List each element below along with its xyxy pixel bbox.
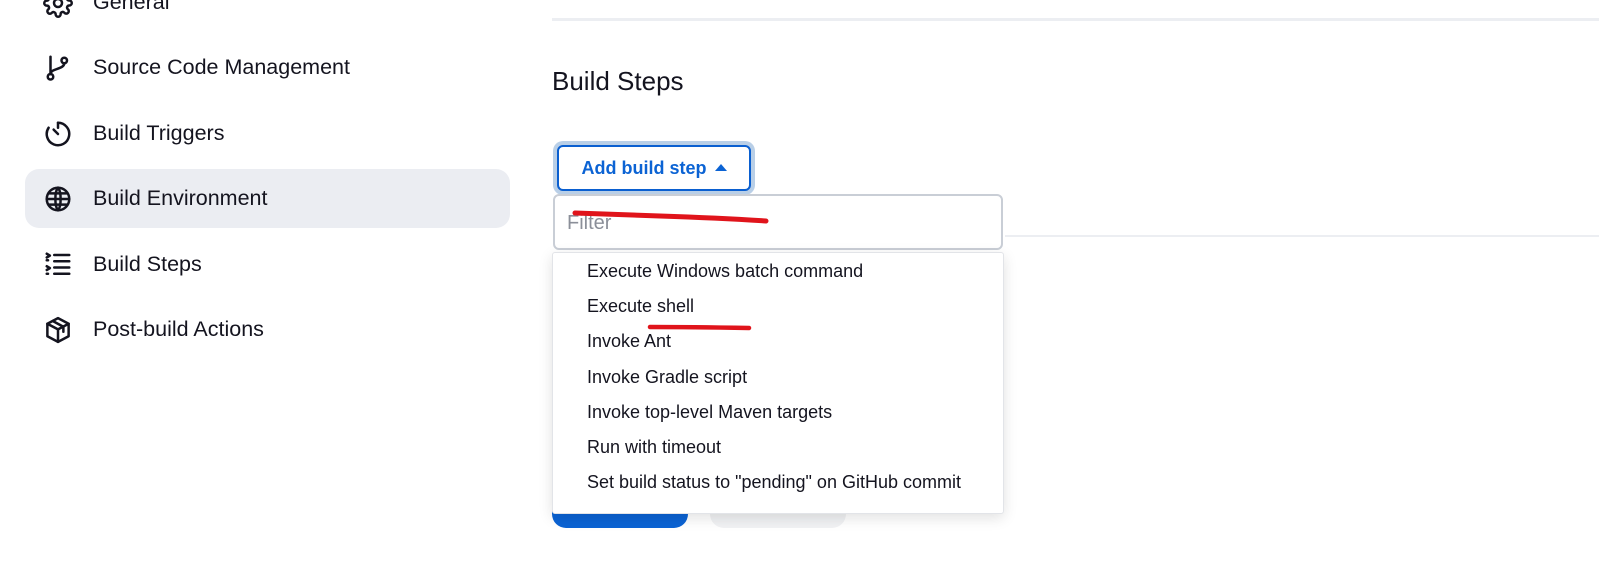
sidebar-item-general[interactable]: General	[25, 0, 510, 32]
sidebar-item-build-triggers[interactable]: Build Triggers	[25, 104, 510, 163]
menu-item-set-build-status[interactable]: Set build status to "pending" on GitHub …	[587, 472, 961, 493]
caret-up-icon	[714, 163, 727, 171]
sidebar-item-label: Post-build Actions	[93, 317, 264, 341]
branch-icon	[43, 53, 73, 83]
list-icon	[43, 250, 73, 280]
sidebar: General Source Code Management Build Tri…	[0, 0, 520, 562]
menu-item-execute-windows-batch[interactable]: Execute Windows batch command	[587, 261, 863, 282]
sidebar-item-source-code-management[interactable]: Source Code Management	[25, 38, 510, 97]
add-build-step-button[interactable]: Add build step	[557, 145, 751, 191]
sidebar-item-label: Build Environment	[93, 186, 268, 210]
sidebar-item-build-steps[interactable]: Build Steps	[25, 235, 510, 294]
globe-icon	[43, 184, 73, 214]
sidebar-item-label: Build Steps	[93, 252, 202, 276]
timer-icon	[43, 119, 73, 149]
section-title: Build Steps	[552, 66, 684, 96]
section-divider	[552, 18, 1599, 21]
menu-item-invoke-ant[interactable]: Invoke Ant	[587, 331, 671, 352]
menu-item-execute-shell[interactable]: Execute shell	[587, 296, 694, 317]
filter-field[interactable]	[553, 194, 1003, 250]
filter-input[interactable]	[565, 204, 989, 242]
sidebar-item-label: Build Triggers	[93, 121, 225, 145]
menu-item-invoke-maven[interactable]: Invoke top-level Maven targets	[587, 402, 832, 423]
gear-icon	[43, 0, 73, 18]
add-build-step-label: Add build step	[581, 157, 707, 178]
package-icon	[43, 315, 73, 345]
sidebar-item-label: Source Code Management	[93, 55, 350, 79]
section-divider	[1005, 235, 1599, 237]
sidebar-item-label: General	[93, 0, 170, 14]
build-step-menu: Execute Windows batch command Execute sh…	[552, 252, 1004, 514]
sidebar-item-post-build-actions[interactable]: Post-build Actions	[25, 300, 510, 359]
sidebar-item-build-environment[interactable]: Build Environment	[25, 169, 510, 228]
menu-item-invoke-gradle[interactable]: Invoke Gradle script	[587, 367, 747, 388]
menu-item-run-with-timeout[interactable]: Run with timeout	[587, 437, 721, 458]
